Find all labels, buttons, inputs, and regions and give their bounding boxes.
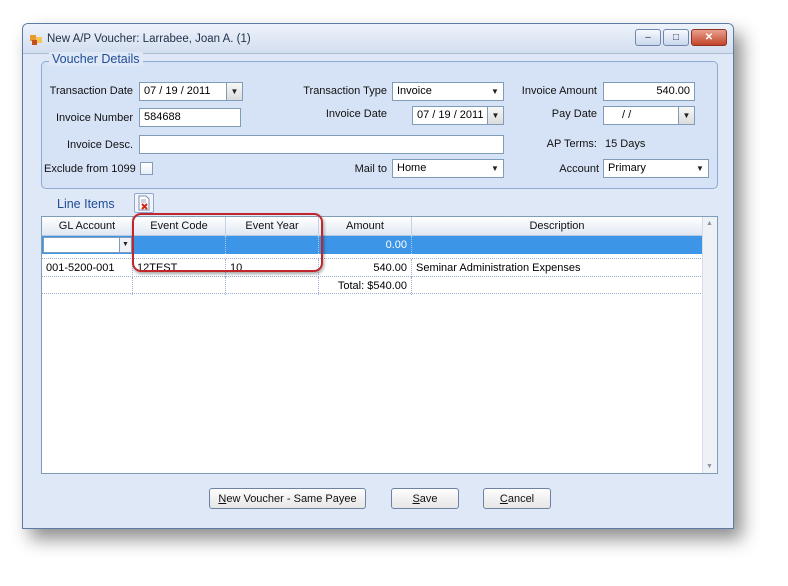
transaction-date-value: 07 / 19 / 2011: [144, 85, 211, 97]
invoice-number-label: Invoice Number: [55, 112, 133, 124]
amount-cell[interactable]: 540.00: [319, 259, 412, 277]
window-title: New A/P Voucher: Larrabee, Joan A. (1): [47, 33, 251, 45]
minimize-button[interactable]: ‒: [635, 29, 661, 46]
total-empty-cell: [412, 277, 703, 295]
total-empty-cell: [42, 277, 133, 295]
voucher-window: New A/P Voucher: Larrabee, Joan A. (1) ‒…: [22, 23, 734, 529]
invoice-date-label: Invoice Date: [325, 108, 387, 120]
chevron-down-icon[interactable]: ▼: [119, 238, 131, 252]
exclude-1099-label: Exclude from 1099: [44, 163, 136, 175]
chevron-down-icon[interactable]: ▼: [692, 160, 708, 177]
title-bar[interactable]: New A/P Voucher: Larrabee, Joan A. (1) ‒…: [23, 24, 733, 54]
column-header-description[interactable]: Description: [412, 217, 703, 236]
delete-row-icon: [138, 195, 150, 211]
invoice-date-picker[interactable]: 07 / 19 / 2011 ▼: [412, 106, 504, 125]
close-button[interactable]: ✕: [691, 29, 727, 46]
column-header-amount[interactable]: Amount: [319, 217, 412, 236]
total-empty-cell: [133, 277, 226, 295]
pay-date-label: Pay Date: [551, 108, 597, 120]
invoice-number-field[interactable]: 584688: [139, 108, 241, 127]
transaction-type-select[interactable]: Invoice ▼: [392, 82, 504, 101]
pay-date-picker[interactable]: / / ▼: [603, 106, 695, 125]
invoice-amount-label: Invoice Amount: [521, 85, 597, 97]
scroll-down-icon[interactable]: ▼: [706, 463, 713, 470]
mail-to-select[interactable]: Home ▼: [392, 159, 504, 178]
ap-terms-value: 15 Days: [605, 138, 646, 150]
invoice-date-value: 07 / 19 / 2011: [417, 109, 484, 121]
total-row: Total: $540.00: [42, 277, 703, 295]
description-cell[interactable]: [412, 236, 703, 254]
invoice-amount-field[interactable]: 540.00: [603, 82, 695, 101]
column-header-gl-account[interactable]: GL Account: [42, 217, 133, 236]
cancel-button[interactable]: Cancel: [483, 488, 551, 509]
new-voucher-same-payee-button[interactable]: New Voucher - Same Payee: [209, 488, 366, 509]
chevron-down-icon[interactable]: ▼: [487, 160, 503, 177]
invoice-desc-field[interactable]: [139, 135, 504, 154]
scroll-up-icon[interactable]: ▲: [706, 220, 713, 227]
invoice-desc-label: Invoice Desc.: [66, 139, 133, 151]
delete-row-button[interactable]: [134, 193, 154, 213]
description-cell[interactable]: Seminar Administration Expenses: [412, 259, 703, 277]
mail-to-label: Mail to: [354, 163, 387, 175]
chevron-down-icon[interactable]: ▼: [678, 107, 694, 124]
maximize-icon: □: [672, 32, 680, 43]
minimize-icon: ‒: [645, 32, 651, 43]
save-button[interactable]: Save: [391, 488, 459, 509]
total-empty-cell: [226, 277, 319, 295]
transaction-date-picker[interactable]: 07 / 19 / 2011 ▼: [139, 82, 243, 101]
mail-to-value: Home: [397, 162, 427, 174]
vertical-scrollbar[interactable]: ▲ ▼: [702, 217, 717, 473]
transaction-type-label: Transaction Type: [303, 85, 387, 97]
voucher-details-title: Voucher Details: [49, 52, 143, 66]
transaction-date-label: Transaction Date: [49, 85, 133, 97]
ap-terms-label: AP Terms:: [546, 138, 597, 150]
pay-date-value: / /: [622, 109, 632, 121]
annotation-highlight-box: [132, 213, 323, 272]
line-items-title: Line Items: [57, 197, 115, 211]
close-icon: ✕: [704, 32, 714, 43]
chevron-down-icon[interactable]: ▼: [226, 83, 242, 100]
account-value: Primary: [608, 162, 646, 174]
account-select[interactable]: Primary ▼: [603, 159, 709, 178]
maximize-button[interactable]: □: [663, 29, 689, 46]
gl-account-cell[interactable]: ▼: [42, 236, 133, 254]
transaction-type-value: Invoice: [397, 85, 432, 97]
total-amount: Total: $540.00: [319, 277, 412, 295]
chevron-down-icon[interactable]: ▼: [487, 107, 503, 124]
gl-account-input[interactable]: ▼: [43, 237, 132, 253]
account-label: Account: [559, 163, 599, 175]
gl-account-cell[interactable]: 001-5200-001: [42, 259, 133, 277]
amount-cell[interactable]: 0.00: [319, 236, 412, 254]
app-icon: [30, 35, 42, 45]
exclude-1099-checkbox[interactable]: [140, 162, 153, 175]
chevron-down-icon[interactable]: ▼: [487, 83, 503, 100]
